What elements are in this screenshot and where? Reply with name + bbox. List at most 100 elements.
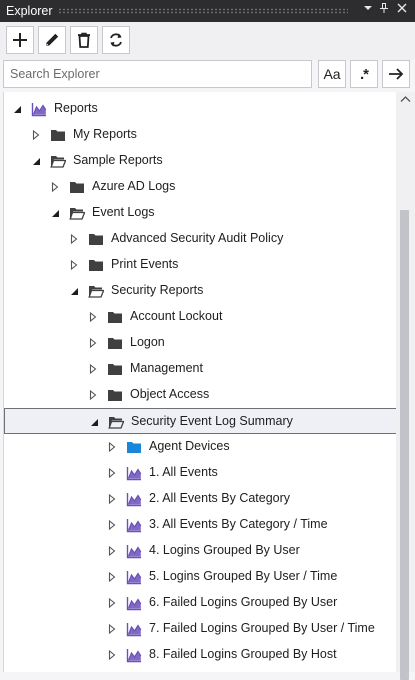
- regex-button[interactable]: .*: [350, 60, 378, 88]
- collapsed-arrow-icon[interactable]: [107, 597, 117, 609]
- folder-open-icon: [88, 283, 105, 299]
- expanded-arrow-icon[interactable]: [31, 155, 41, 167]
- drag-grip[interactable]: [58, 8, 348, 14]
- plus-icon: [13, 33, 27, 47]
- folder-blue-icon: [126, 439, 142, 455]
- tree-item[interactable]: 2. All Events By Category: [4, 486, 397, 512]
- title-bar: Explorer: [0, 0, 415, 22]
- tree-item-label: My Reports: [73, 127, 137, 141]
- collapsed-arrow-icon[interactable]: [88, 389, 98, 401]
- tree-item-label: Logon: [130, 335, 165, 349]
- tree-item[interactable]: 7. Failed Logins Grouped By User / Time: [4, 616, 397, 642]
- match-case-label: Aa: [323, 66, 341, 82]
- tree-item-label: 8. Failed Logins Grouped By Host: [149, 647, 337, 661]
- tree-item-label: Account Lockout: [130, 309, 223, 323]
- delete-button[interactable]: [70, 26, 98, 54]
- report-chart-icon: [126, 491, 142, 507]
- scrollbar-thumb[interactable]: [400, 210, 409, 680]
- tree-item[interactable]: 1. All Events: [4, 460, 397, 486]
- collapsed-arrow-icon[interactable]: [88, 311, 98, 323]
- folder-open-icon: [69, 205, 86, 221]
- pin-icon[interactable]: [376, 2, 392, 18]
- tree-item[interactable]: Security Event Log Summary: [4, 408, 397, 434]
- tree-item-label: Event Logs: [92, 205, 155, 219]
- report-chart-icon: [31, 101, 47, 117]
- tree-item-label: 1. All Events: [149, 465, 218, 479]
- report-chart-icon: [126, 595, 142, 611]
- folder-icon: [107, 361, 123, 377]
- collapsed-arrow-icon[interactable]: [69, 233, 79, 245]
- expanded-arrow-icon[interactable]: [89, 416, 99, 428]
- tree-item-label: Advanced Security Audit Policy: [111, 231, 284, 245]
- tree-item-label: 7. Failed Logins Grouped By User / Time: [149, 621, 375, 635]
- tree-item-label: 2. All Events By Category: [149, 491, 291, 505]
- report-chart-icon: [126, 517, 142, 533]
- expanded-arrow-icon[interactable]: [69, 285, 79, 297]
- tree-item[interactable]: Account Lockout: [4, 304, 397, 330]
- close-icon[interactable]: [394, 2, 410, 18]
- tree-item[interactable]: 4. Logins Grouped By User: [4, 538, 397, 564]
- tree-item[interactable]: Advanced Security Audit Policy: [4, 226, 397, 252]
- tree-item[interactable]: 8. Failed Logins Grouped By Host: [4, 642, 397, 668]
- tree-item[interactable]: 6. Failed Logins Grouped By User: [4, 590, 397, 616]
- dropdown-icon[interactable]: [360, 2, 376, 18]
- report-chart-icon: [126, 465, 142, 481]
- pencil-icon: [46, 33, 59, 46]
- collapsed-arrow-icon[interactable]: [107, 493, 117, 505]
- report-chart-icon: [126, 621, 142, 637]
- expanded-arrow-icon[interactable]: [50, 207, 60, 219]
- tree-item[interactable]: Object Access: [4, 382, 397, 408]
- report-chart-icon: [126, 569, 142, 585]
- collapsed-arrow-icon[interactable]: [50, 181, 60, 193]
- expanded-arrow-icon[interactable]: [12, 103, 22, 115]
- collapsed-arrow-icon[interactable]: [107, 623, 117, 635]
- collapsed-arrow-icon[interactable]: [107, 571, 117, 583]
- refresh-button[interactable]: [102, 26, 130, 54]
- search-input[interactable]: [3, 60, 312, 88]
- tree-item[interactable]: Reports: [4, 96, 397, 122]
- edit-button[interactable]: [38, 26, 66, 54]
- tree-item[interactable]: Logon: [4, 330, 397, 356]
- tree-item-label: Azure AD Logs: [92, 179, 176, 193]
- tree-item[interactable]: 3. All Events By Category / Time: [4, 512, 397, 538]
- search-go-button[interactable]: [382, 60, 410, 88]
- collapsed-arrow-icon[interactable]: [88, 363, 98, 375]
- scroll-up-icon[interactable]: [400, 95, 411, 103]
- collapsed-arrow-icon[interactable]: [107, 545, 117, 557]
- tree-item[interactable]: 5. Logins Grouped By User / Time: [4, 564, 397, 590]
- collapsed-arrow-icon[interactable]: [88, 337, 98, 349]
- refresh-icon: [110, 33, 122, 47]
- tree-item[interactable]: Sample Reports: [4, 148, 397, 174]
- folder-icon: [107, 335, 123, 351]
- tree-item[interactable]: Event Logs: [4, 200, 397, 226]
- collapsed-arrow-icon[interactable]: [31, 129, 41, 141]
- regex-label: .*: [359, 65, 369, 83]
- add-button[interactable]: [6, 26, 34, 54]
- folder-open-icon: [50, 153, 67, 169]
- vertical-scrollbar[interactable]: [396, 92, 415, 680]
- collapsed-arrow-icon[interactable]: [107, 649, 117, 661]
- collapsed-arrow-icon[interactable]: [107, 467, 117, 479]
- match-case-button[interactable]: Aa: [318, 60, 346, 88]
- report-chart-icon: [126, 543, 142, 559]
- tree-item-label: Security Event Log Summary: [131, 414, 293, 428]
- folder-icon: [69, 179, 85, 195]
- report-chart-icon: [126, 647, 142, 663]
- tree-item-label: 4. Logins Grouped By User: [149, 543, 300, 557]
- collapsed-arrow-icon[interactable]: [107, 441, 117, 453]
- tree-item[interactable]: Agent Devices: [4, 434, 397, 460]
- tree-item-label: Object Access: [130, 387, 210, 401]
- tree-item[interactable]: Print Events: [4, 252, 397, 278]
- collapsed-arrow-icon[interactable]: [69, 259, 79, 271]
- arrow-right-icon: [389, 68, 404, 80]
- tree-item-label: Security Reports: [111, 283, 204, 297]
- tree-item[interactable]: My Reports: [4, 122, 397, 148]
- tree-item-label: Reports: [54, 101, 98, 115]
- tree-item[interactable]: Security Reports: [4, 278, 397, 304]
- trash-icon: [78, 32, 90, 48]
- window-title: Explorer: [6, 4, 53, 18]
- tree-item[interactable]: Azure AD Logs: [4, 174, 397, 200]
- collapsed-arrow-icon[interactable]: [107, 519, 117, 531]
- tree-item-label: Sample Reports: [73, 153, 163, 167]
- tree-item[interactable]: Management: [4, 356, 397, 382]
